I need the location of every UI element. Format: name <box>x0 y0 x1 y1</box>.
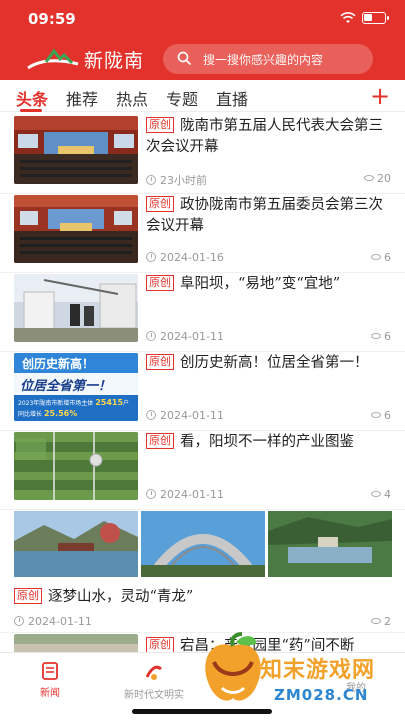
original-badge: 原创 <box>146 354 174 370</box>
news-title: 原创 看，阳坝不一样的产业图鉴 <box>146 432 394 453</box>
eye-icon <box>371 618 381 624</box>
eye-icon <box>371 333 381 339</box>
news-title: 原创 政协陇南市第五届委员会第三次会议开幕 <box>146 196 383 234</box>
nav-news-label: 新闻 <box>40 688 60 699</box>
news-thumbnail: 创历史新高！ 位居全省第一！ 2023年陇南市新增市场主体 25415户 同比增… <box>14 353 138 421</box>
news-title: 原创 陇南市第五届人民代表大会第三次会议开幕 <box>146 117 383 155</box>
watermark-fruit-icon <box>205 632 261 701</box>
nav-news[interactable]: 新闻 <box>34 661 66 699</box>
news-date: 2024-01-11 <box>146 330 224 343</box>
clock-icon <box>146 331 156 341</box>
news-icon <box>42 662 58 680</box>
battery-icon <box>362 12 389 24</box>
clock-icon <box>146 410 156 420</box>
news-thumbnail <box>14 511 138 577</box>
news-title: 原创 阜阳坝，“易地”变“宜地” <box>146 274 394 295</box>
view-count: 6 <box>371 251 391 264</box>
search-placeholder: 搜一搜你感兴趣的内容 <box>203 53 324 67</box>
news-item[interactable]: 创历史新高！ 位居全省第一！ 2023年陇南市新增市场主体 25415户 同比增… <box>0 353 405 431</box>
channel-tabs: 头条 推荐 热点 专题 直播 <box>0 80 405 112</box>
nav-civilization[interactable]: 新时代文明实 <box>112 661 196 701</box>
tab-headlines[interactable]: 头条 <box>16 86 48 110</box>
news-thumbnail <box>14 195 138 263</box>
add-channel-button[interactable]: + <box>370 84 390 108</box>
eye-icon <box>371 254 381 260</box>
news-item[interactable]: 原创 看，阳坝不一样的产业图鉴 2024-01-11 4 <box>0 432 405 510</box>
logo-text: 新陇南 <box>84 50 145 72</box>
news-item[interactable]: 原创 政协陇南市第五届委员会第三次会议开幕 2024-01-16 6 <box>0 195 405 273</box>
view-count: 6 <box>371 409 391 422</box>
view-count: 20 <box>364 172 391 185</box>
thumb-caption-2: 同比增长 25.56% <box>18 409 78 418</box>
news-date: 2024-01-11 <box>14 615 92 628</box>
original-badge: 原创 <box>146 117 174 133</box>
nav-civilization-label: 新时代文明实 <box>124 690 184 701</box>
site-watermark: 知末游戏网 ZM028.CN <box>200 632 400 712</box>
original-badge: 原创 <box>146 275 174 291</box>
news-title: 原创 逐梦山水，灵动“青龙” <box>14 585 193 606</box>
clock-icon <box>146 489 156 499</box>
watermark-domain: ZM028.CN <box>274 686 369 704</box>
eye-icon <box>371 412 381 418</box>
search-icon <box>177 51 192 66</box>
thumb-headline: 创历史新高！ <box>22 357 95 371</box>
app-header: 09:59 新陇南 搜一搜你感兴趣的内容 <box>0 0 405 80</box>
watermark-text: 知末游戏网 <box>260 658 376 683</box>
news-item[interactable]: 原创 逐梦山水，灵动“青龙” 2024-01-11 2 <box>0 511 405 633</box>
logo-mountain-icon <box>27 48 79 70</box>
view-count: 2 <box>371 615 391 628</box>
original-badge: 原创 <box>146 196 174 212</box>
tab-topics[interactable]: 专题 <box>166 86 198 110</box>
active-tab-indicator <box>20 109 42 112</box>
news-item[interactable]: 原创 陇南市第五届人民代表大会第三次会议开幕 23小时前 20 <box>0 116 405 194</box>
tab-hot[interactable]: 热点 <box>116 86 148 110</box>
news-title: 原创 创历史新高！位居全省第一！ <box>146 353 394 374</box>
news-date: 23小时前 <box>146 172 207 188</box>
news-date: 2024-01-16 <box>146 251 224 264</box>
clock-icon <box>14 616 24 626</box>
news-thumbnail <box>141 511 265 577</box>
news-thumbnail <box>268 511 392 577</box>
eye-icon <box>364 175 374 181</box>
thumb-caption: 2023年陇南市新增市场主体 25415户 <box>18 398 130 407</box>
thumb-subheadline: 位居全省第一！ <box>20 379 112 394</box>
tab-live[interactable]: 直播 <box>216 86 248 110</box>
news-thumbnail <box>14 634 138 654</box>
search-input[interactable]: 搜一搜你感兴趣的内容 <box>163 44 373 74</box>
civilization-icon <box>145 665 162 680</box>
app-logo[interactable]: 新陇南 <box>26 44 156 74</box>
news-item[interactable]: 原创 阜阳坝，“易地”变“宜地” 2024-01-11 6 <box>0 274 405 352</box>
tab-recommend[interactable]: 推荐 <box>66 86 98 110</box>
wifi-icon <box>340 12 356 23</box>
news-thumbnail <box>14 432 138 500</box>
view-count: 6 <box>371 330 391 343</box>
clock-icon <box>146 175 156 185</box>
original-badge: 原创 <box>146 433 174 449</box>
status-time: 09:59 <box>28 10 76 28</box>
news-thumbnail <box>14 274 138 342</box>
news-thumbnail <box>14 116 138 184</box>
status-bar: 09:59 <box>0 0 405 36</box>
original-badge: 原创 <box>14 588 42 604</box>
news-date: 2024-01-11 <box>146 409 224 422</box>
eye-icon <box>371 491 381 497</box>
news-date: 2024-01-11 <box>146 488 224 501</box>
clock-icon <box>146 252 156 262</box>
home-indicator <box>132 709 272 714</box>
original-badge: 原创 <box>146 637 174 653</box>
view-count: 4 <box>371 488 391 501</box>
